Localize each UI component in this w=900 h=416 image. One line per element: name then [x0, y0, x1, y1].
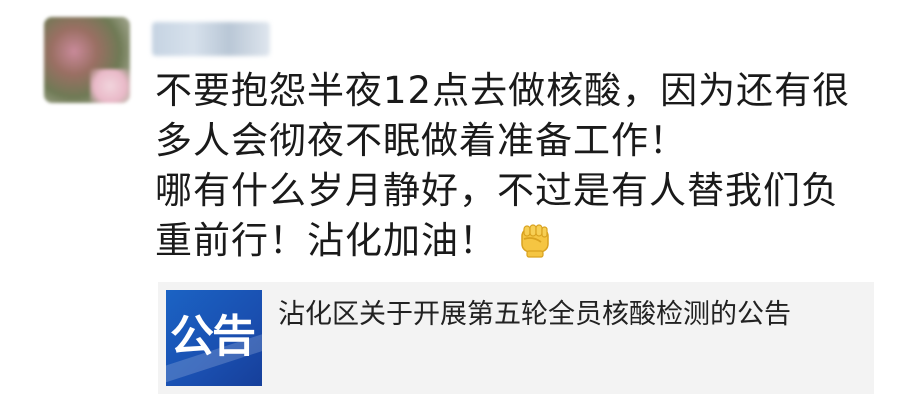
thumbnail-text: 公告	[170, 311, 256, 362]
post-text-line-content: 重前行！沾化加油！	[155, 219, 497, 262]
post-text: 不要抱怨半夜12点去做核酸，因为还有很 多人会彻夜不眠做着准备工作！ 哪有什么岁…	[155, 66, 875, 266]
post-text-line: 不要抱怨半夜12点去做核酸，因为还有很	[155, 69, 851, 112]
author-nickname-blurred[interactable]	[152, 22, 270, 56]
post-text-line: 哪有什么岁月静好，不过是有人替我们负	[155, 169, 839, 212]
post-text-line: 重前行！沾化加油！	[155, 216, 875, 266]
shared-link-card[interactable]: 公告 沾化区关于开展第五轮全员核酸检测的公告	[158, 282, 874, 394]
fist-emoji-icon	[515, 219, 555, 259]
post-text-line: 多人会彻夜不眠做着准备工作！	[155, 119, 687, 162]
link-card-title: 沾化区关于开展第五轮全员核酸检测的公告	[278, 299, 791, 330]
announcement-thumbnail: 公告	[166, 290, 262, 386]
author-avatar[interactable]	[44, 17, 130, 103]
